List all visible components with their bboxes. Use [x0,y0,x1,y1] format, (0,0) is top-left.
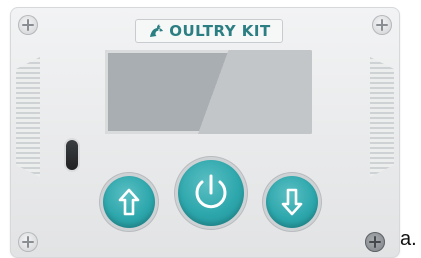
power-button[interactable] [178,160,244,226]
right-grille [370,57,394,177]
screw-bottom-right-icon [365,232,385,252]
display-glare [105,50,312,134]
screw-top-right-icon [372,15,392,35]
screw-top-left-icon [18,15,38,35]
power-icon [195,174,227,209]
figure: OULTRY KIT a. [0,0,421,258]
status-indicator [66,140,78,170]
down-button[interactable] [266,176,318,228]
arrow-down-icon [281,188,303,216]
left-grille [16,57,40,177]
arrow-up-icon [118,188,140,216]
screw-bottom-left-icon [18,232,38,252]
brand-name: OULTRY KIT [169,22,271,40]
rooster-head-icon [150,24,164,37]
figure-caption: a. [400,228,417,250]
control-panel-device: OULTRY KIT [10,7,400,258]
brand-logo: OULTRY KIT [135,19,283,43]
up-button[interactable] [103,176,155,228]
lcd-display [105,50,312,134]
